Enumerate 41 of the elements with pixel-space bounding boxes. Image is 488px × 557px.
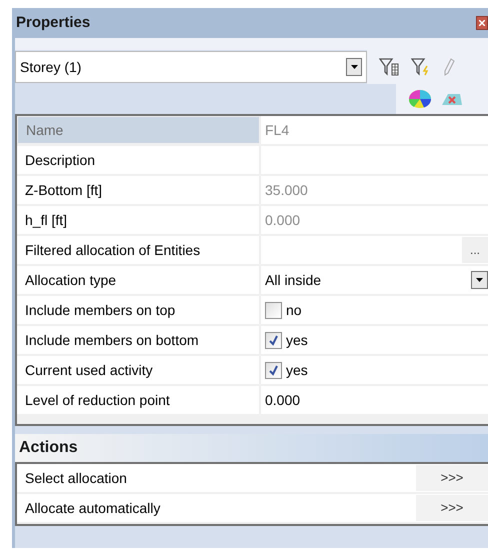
property-label[interactable]: Include members on top xyxy=(17,296,261,324)
eraser-icon[interactable] xyxy=(440,91,464,107)
action-button[interactable]: >>> xyxy=(416,465,488,491)
property-label[interactable]: Allocation type xyxy=(17,266,261,294)
property-label[interactable]: Name xyxy=(17,116,261,144)
action-label: Allocate automatically xyxy=(24,498,162,518)
property-label[interactable]: h_fl [ft] xyxy=(17,206,261,234)
action-label: Select allocation xyxy=(24,468,128,488)
close-button[interactable] xyxy=(476,16,488,30)
property-label[interactable]: Level of reduction point xyxy=(17,386,261,414)
combo-value: Storey (1) xyxy=(20,58,82,77)
checkbox-label: yes xyxy=(286,360,308,380)
check-icon xyxy=(268,334,279,346)
checkbox-label: no xyxy=(286,300,302,320)
checkbox[interactable] xyxy=(265,332,282,348)
window-title: Properties xyxy=(16,12,90,33)
pie-chart-icon[interactable] xyxy=(408,89,432,109)
property-value: 35.000 xyxy=(264,180,308,200)
checkbox-label: yes xyxy=(286,330,308,350)
property-label[interactable]: Current used activity xyxy=(17,356,261,384)
browse-button[interactable]: ... xyxy=(462,237,488,263)
property-value: 0.000 xyxy=(264,210,300,230)
property-label[interactable]: Filtered allocation of Entities xyxy=(17,236,261,264)
property-label[interactable]: Include members on bottom xyxy=(17,326,261,354)
filter-table-icon[interactable] xyxy=(379,58,399,76)
close-icon xyxy=(479,20,485,26)
check-icon xyxy=(268,364,279,376)
action-button[interactable]: >>> xyxy=(416,495,488,521)
combo-dropdown-button[interactable] xyxy=(346,58,362,76)
filter-lightning-icon[interactable] xyxy=(411,58,431,76)
storey-combo[interactable]: Storey (1) xyxy=(15,51,367,83)
caret-icon xyxy=(350,65,358,69)
dropdown-button[interactable] xyxy=(471,271,488,289)
caret-icon xyxy=(476,278,483,282)
property-value: FL4 xyxy=(264,120,290,140)
checkbox[interactable] xyxy=(265,362,282,378)
property-label[interactable]: Z-Bottom [ft] xyxy=(17,176,261,204)
checkbox[interactable] xyxy=(265,302,282,318)
actions-header: Actions xyxy=(15,434,488,464)
property-value: 0.000 xyxy=(264,390,300,410)
property-value: All inside xyxy=(264,270,322,290)
